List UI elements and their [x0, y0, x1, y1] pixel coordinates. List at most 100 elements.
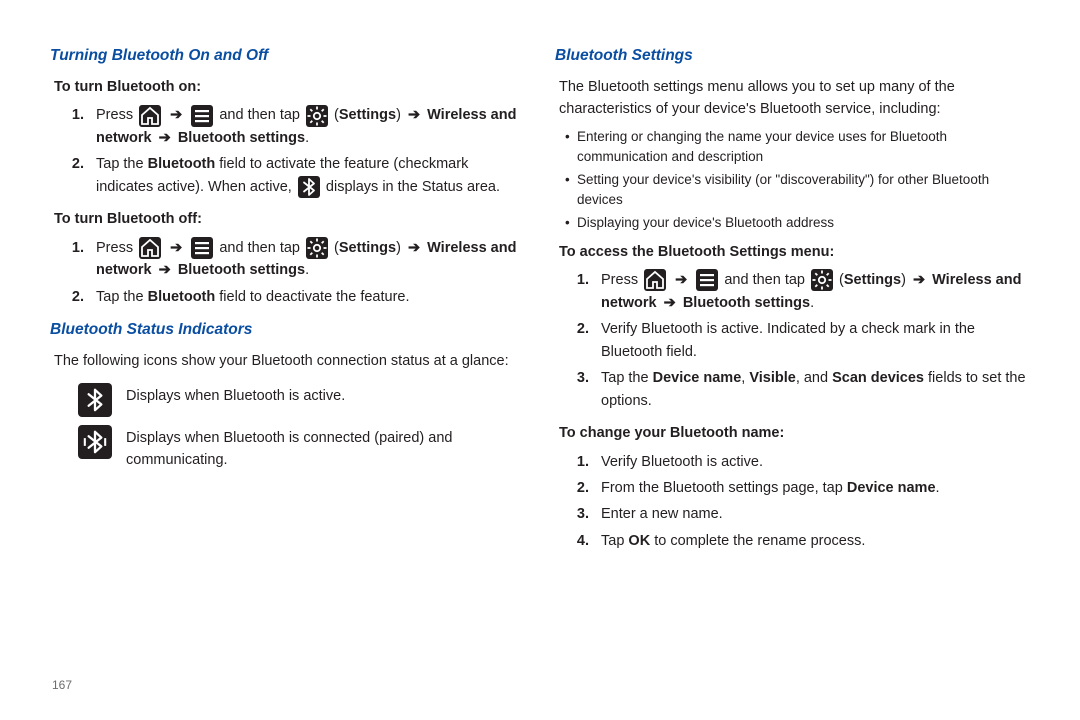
step-number: 3.	[555, 367, 601, 412]
arrow-icon: ➔	[675, 272, 687, 288]
steps-bt-on: 1. Press ➔ and then tap (Settings) ➔ Wir…	[50, 104, 525, 198]
steps-bt-off: 1. Press ➔ and then tap (Settings) ➔ Wir…	[50, 237, 525, 308]
settings-intro: The Bluetooth settings menu allows you t…	[559, 76, 1030, 121]
subhead-bt-on: To turn Bluetooth on:	[54, 76, 525, 98]
text: and then tap	[724, 272, 809, 288]
text: .	[936, 480, 940, 496]
text: Press	[96, 107, 137, 123]
step-number: 2.	[50, 286, 96, 308]
bold-text: Visible	[749, 370, 795, 386]
text: to complete the rename process.	[650, 533, 865, 549]
bold-text: Scan devices	[832, 370, 924, 386]
settings-label: Settings	[339, 107, 396, 123]
bullet-item: Setting your device's visibility (or "di…	[565, 170, 1030, 209]
page-number: 167	[52, 678, 72, 692]
text: Press	[96, 240, 137, 256]
steps-change-name: 1. Verify Bluetooth is active. 2. From t…	[555, 451, 1030, 553]
gear-icon	[811, 269, 833, 291]
text: From the Bluetooth settings page, tap	[601, 480, 847, 496]
text: , and	[796, 370, 832, 386]
bold-text: Bluetooth	[148, 156, 216, 172]
gear-icon	[306, 105, 328, 127]
heading-status-indicators: Bluetooth Status Indicators	[50, 318, 525, 342]
path-part: Bluetooth settings	[178, 130, 305, 146]
bluetooth-icon	[298, 176, 320, 198]
status-row: Displays when Bluetooth is connected (pa…	[78, 425, 525, 472]
arrow-icon: ➔	[408, 240, 420, 256]
step-number: 2.	[50, 153, 96, 198]
step-body: Press ➔ and then tap (Settings) ➔ Wirele…	[96, 104, 525, 149]
menu-icon	[191, 237, 213, 259]
step-body: Verify Bluetooth is active.	[601, 451, 1030, 473]
menu-icon	[191, 105, 213, 127]
step-number: 4.	[555, 530, 601, 552]
text: and then tap	[219, 107, 304, 123]
text: .	[810, 295, 814, 311]
status-text: Displays when Bluetooth is connected (pa…	[126, 425, 525, 472]
bullet-item: Entering or changing the name your devic…	[565, 127, 1030, 166]
heading-bt-settings: Bluetooth Settings	[555, 44, 1030, 68]
step-body: Tap the Device name, Visible, and Scan d…	[601, 367, 1030, 412]
path-part: Bluetooth settings	[178, 262, 305, 278]
text: displays in the Status area.	[326, 179, 500, 195]
status-row: Displays when Bluetooth is active.	[78, 383, 525, 417]
menu-icon	[696, 269, 718, 291]
gear-icon	[306, 237, 328, 259]
heading-turning-bt: Turning Bluetooth On and Off	[50, 44, 525, 68]
arrow-icon: ➔	[913, 272, 925, 288]
step-body: Press ➔ and then tap (Settings) ➔ Wirele…	[601, 269, 1030, 314]
step-number: 1.	[50, 237, 96, 282]
step-number: 2.	[555, 477, 601, 499]
arrow-icon: ➔	[170, 240, 182, 256]
step-body: Press ➔ and then tap (Settings) ➔ Wirele…	[96, 237, 525, 282]
bold-text: OK	[628, 533, 650, 549]
step-body: Enter a new name.	[601, 503, 1030, 525]
subhead-change-name: To change your Bluetooth name:	[559, 422, 1030, 444]
status-table: Displays when Bluetooth is active. Displ…	[78, 379, 525, 476]
right-column: Bluetooth Settings The Bluetooth setting…	[555, 40, 1030, 700]
step-body: Tap the Bluetooth field to activate the …	[96, 153, 525, 198]
step-number: 1.	[555, 451, 601, 473]
settings-label: Settings	[339, 240, 396, 256]
text: and then tap	[219, 240, 304, 256]
indicators-intro: The following icons show your Bluetooth …	[54, 350, 525, 372]
path-part: Bluetooth settings	[683, 295, 810, 311]
bold-text: Device name	[653, 370, 742, 386]
step-number: 2.	[555, 318, 601, 363]
steps-access-menu: 1. Press ➔ and then tap (Settings) ➔ Wir…	[555, 269, 1030, 412]
step-number: 1.	[555, 269, 601, 314]
left-column: Turning Bluetooth On and Off To turn Blu…	[50, 40, 525, 700]
text: Tap the	[601, 370, 653, 386]
settings-label: Settings	[844, 272, 901, 288]
bullet-item: Displaying your device's Bluetooth addre…	[565, 213, 1030, 233]
arrow-icon: ➔	[408, 107, 420, 123]
arrow-icon: ➔	[660, 295, 680, 311]
bluetooth-icon	[78, 383, 112, 417]
step-body: Verify Bluetooth is active. Indicated by…	[601, 318, 1030, 363]
text: .	[305, 130, 309, 146]
arrow-icon: ➔	[170, 107, 182, 123]
step-number: 1.	[50, 104, 96, 149]
text: Tap	[601, 533, 628, 549]
step-number: 3.	[555, 503, 601, 525]
text: .	[305, 262, 309, 278]
arrow-icon: ➔	[159, 130, 175, 146]
subhead-access-menu: To access the Bluetooth Settings menu:	[559, 241, 1030, 263]
bold-text: Bluetooth	[148, 289, 216, 305]
settings-bullets: Entering or changing the name your devic…	[565, 127, 1030, 233]
text: Tap the	[96, 289, 148, 305]
step-body: From the Bluetooth settings page, tap De…	[601, 477, 1030, 499]
text: field to deactivate the feature.	[215, 289, 409, 305]
arrow-icon: ➔	[155, 262, 175, 278]
step-body: Tap the Bluetooth field to deactivate th…	[96, 286, 525, 308]
text: Tap the	[96, 156, 148, 172]
status-text: Displays when Bluetooth is active.	[126, 383, 525, 407]
home-icon	[644, 269, 666, 291]
subhead-bt-off: To turn Bluetooth off:	[54, 208, 525, 230]
home-icon	[139, 105, 161, 127]
bluetooth-connected-icon	[78, 425, 112, 459]
step-body: Tap OK to complete the rename process.	[601, 530, 1030, 552]
home-icon	[139, 237, 161, 259]
text: Press	[601, 272, 642, 288]
bold-text: Device name	[847, 480, 936, 496]
